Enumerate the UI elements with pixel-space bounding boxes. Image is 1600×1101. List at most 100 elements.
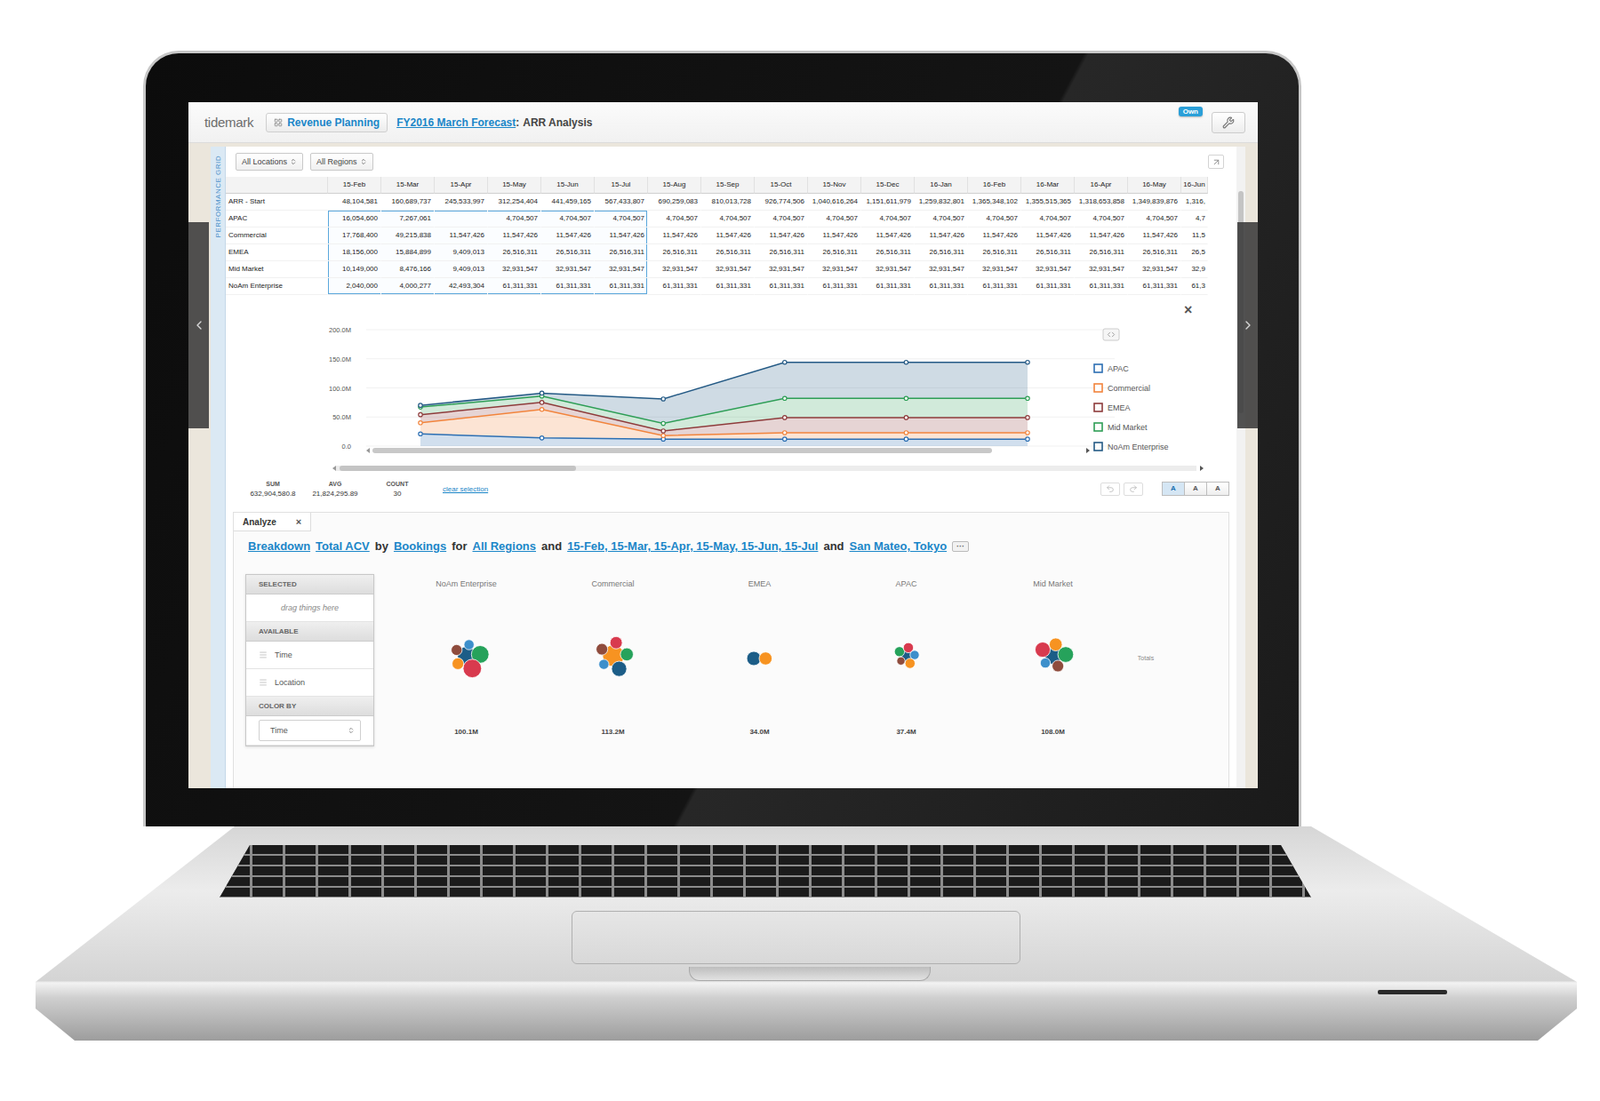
grid-cell[interactable]: 7,267,061 bbox=[381, 210, 435, 228]
settings-button[interactable] bbox=[1211, 112, 1246, 134]
column-header[interactable]: 15-Jul bbox=[594, 176, 648, 194]
grid-cell[interactable]: 810,013,728 bbox=[701, 193, 755, 211]
grid-cell[interactable]: 16,054,600 bbox=[328, 210, 382, 228]
query-link[interactable]: San Mateo, Tokyo bbox=[849, 539, 948, 553]
column-header[interactable]: 15-Feb bbox=[328, 176, 382, 194]
text-size-button[interactable]: A bbox=[1206, 481, 1230, 496]
grid-cell[interactable]: 4,704,507 bbox=[861, 210, 915, 228]
filter-dropdown[interactable]: All Locations bbox=[235, 152, 304, 171]
grid-cell[interactable]: 32,931,547 bbox=[541, 261, 595, 279]
column-header[interactable]: 15-May bbox=[488, 176, 542, 194]
series-point[interactable] bbox=[1025, 431, 1030, 435]
series-point[interactable] bbox=[661, 433, 665, 438]
text-size-button[interactable]: A bbox=[1161, 481, 1185, 496]
column-header[interactable]: 15-Sep bbox=[701, 176, 755, 194]
grid-cell[interactable]: 10,149,000 bbox=[328, 261, 382, 279]
bubble[interactable] bbox=[1040, 657, 1050, 668]
redo-button[interactable] bbox=[1123, 482, 1144, 496]
grid-cell[interactable]: 4,704,507 bbox=[914, 210, 968, 228]
series-point[interactable] bbox=[539, 408, 544, 412]
query-link[interactable]: 15-Feb, 15-Mar, 15-Apr, 15-May, 15-Jun, … bbox=[567, 539, 818, 553]
grid-cell[interactable] bbox=[434, 210, 488, 228]
bubble[interactable] bbox=[1057, 646, 1074, 663]
column-header[interactable]: 16-May bbox=[1128, 176, 1182, 194]
series-point[interactable] bbox=[1025, 437, 1030, 441]
row-label[interactable]: APAC bbox=[225, 210, 328, 228]
bubble[interactable] bbox=[904, 657, 915, 668]
grid-cell[interactable]: 32,9 bbox=[1181, 261, 1208, 279]
grid-cell[interactable]: 26,516,311 bbox=[861, 244, 915, 262]
grid-cell[interactable]: 1,040,616,264 bbox=[808, 193, 862, 211]
grid-cell[interactable]: 1,349,839,876 bbox=[1128, 193, 1182, 211]
column-header[interactable]: 15-Jun bbox=[541, 176, 595, 194]
bubble[interactable] bbox=[450, 644, 462, 656]
grid-cell[interactable]: 61,311,331 bbox=[968, 278, 1022, 296]
query-link[interactable]: All Regions bbox=[472, 539, 537, 553]
query-link[interactable]: Bookings bbox=[393, 539, 447, 553]
column-header[interactable]: 15-Aug bbox=[648, 176, 702, 194]
grid-cell[interactable]: 2,040,000 bbox=[328, 278, 382, 296]
grid-cell[interactable]: 18,156,000 bbox=[328, 244, 382, 262]
grid-cell[interactable]: 926,774,506 bbox=[754, 193, 808, 211]
grid-cell[interactable]: 4,704,507 bbox=[968, 210, 1022, 228]
grid-cell[interactable]: 26,516,311 bbox=[541, 244, 595, 262]
color-by-select[interactable]: Time bbox=[258, 720, 361, 742]
grid-cell[interactable]: 11,547,426 bbox=[1074, 227, 1128, 245]
row-label[interactable]: Commercial bbox=[225, 227, 328, 245]
series-point[interactable] bbox=[783, 437, 787, 441]
grid-cell[interactable]: 11,547,426 bbox=[648, 227, 702, 245]
bubble[interactable] bbox=[1051, 659, 1064, 672]
grid-cell[interactable]: 4,704,507 bbox=[754, 210, 808, 228]
grid-cell[interactable]: 26,516,311 bbox=[648, 244, 702, 262]
column-header[interactable]: 16-Jan bbox=[914, 176, 968, 194]
series-point[interactable] bbox=[661, 429, 665, 433]
legend-item[interactable]: EMEA bbox=[1094, 403, 1131, 413]
grid-cell[interactable]: 1,365,348,102 bbox=[968, 193, 1022, 211]
grid-cell[interactable]: 32,931,547 bbox=[594, 261, 648, 279]
grid-cell[interactable]: 26,516,311 bbox=[968, 244, 1022, 262]
grid-cell[interactable]: 61,3 bbox=[1181, 278, 1208, 296]
grid-cell[interactable]: 4,704,507 bbox=[488, 210, 542, 228]
grid-cell[interactable]: 4,704,507 bbox=[1074, 210, 1128, 228]
carousel-next-button[interactable] bbox=[1237, 222, 1258, 429]
grid-cell[interactable]: 11,547,426 bbox=[1021, 227, 1075, 245]
series-point[interactable] bbox=[539, 436, 544, 440]
grid-cell[interactable]: 15,884,899 bbox=[381, 244, 435, 262]
bubble[interactable] bbox=[619, 648, 633, 662]
field-item[interactable]: Time bbox=[246, 641, 374, 670]
column-header[interactable]: 15-Apr bbox=[434, 176, 488, 194]
grid-cell[interactable]: 61,311,331 bbox=[488, 278, 542, 296]
bubble[interactable] bbox=[451, 657, 464, 670]
series-point[interactable] bbox=[904, 416, 908, 420]
series-point[interactable] bbox=[904, 437, 908, 441]
grid-cell[interactable]: 48,104,581 bbox=[328, 193, 382, 211]
series-point[interactable] bbox=[418, 403, 423, 408]
filter-dropdown[interactable]: All Regions bbox=[310, 152, 374, 171]
grid-cell[interactable]: 9,409,013 bbox=[434, 261, 488, 279]
grid-cell[interactable]: 32,931,547 bbox=[1021, 261, 1075, 279]
grid-cell[interactable]: 567,433,807 bbox=[594, 193, 648, 211]
grid-cell[interactable]: 26,516,311 bbox=[754, 244, 808, 262]
bubble[interactable] bbox=[609, 636, 623, 649]
grid-cell[interactable]: 26,516,311 bbox=[594, 244, 648, 262]
series-point[interactable] bbox=[783, 431, 787, 435]
grid-cell[interactable]: 61,311,331 bbox=[1021, 278, 1075, 296]
grid-cell[interactable]: 4,704,507 bbox=[648, 210, 702, 228]
grid-cell[interactable]: 26,516,311 bbox=[1074, 244, 1128, 262]
chart-close-button[interactable]: × bbox=[1184, 302, 1192, 318]
series-point[interactable] bbox=[418, 421, 423, 425]
bubble[interactable] bbox=[759, 651, 773, 665]
series-line[interactable] bbox=[418, 393, 1030, 425]
series-point[interactable] bbox=[904, 396, 908, 400]
grid-cell[interactable]: 61,311,331 bbox=[808, 278, 862, 296]
grid-cell[interactable]: 32,931,547 bbox=[968, 261, 1022, 279]
chart-scrollbar[interactable] bbox=[366, 448, 1090, 454]
grid-cell[interactable]: 11,547,426 bbox=[808, 227, 862, 245]
series-line[interactable] bbox=[418, 360, 1030, 408]
chart-toggle-button[interactable] bbox=[1103, 328, 1120, 341]
column-header[interactable]: 16-Jun bbox=[1181, 176, 1208, 194]
grid-cell[interactable]: 26,516,311 bbox=[914, 244, 968, 262]
grid-cell[interactable]: 61,311,331 bbox=[594, 278, 648, 296]
grid-cell[interactable]: 11,547,426 bbox=[861, 227, 915, 245]
grid-cell[interactable]: 32,931,547 bbox=[861, 261, 915, 279]
